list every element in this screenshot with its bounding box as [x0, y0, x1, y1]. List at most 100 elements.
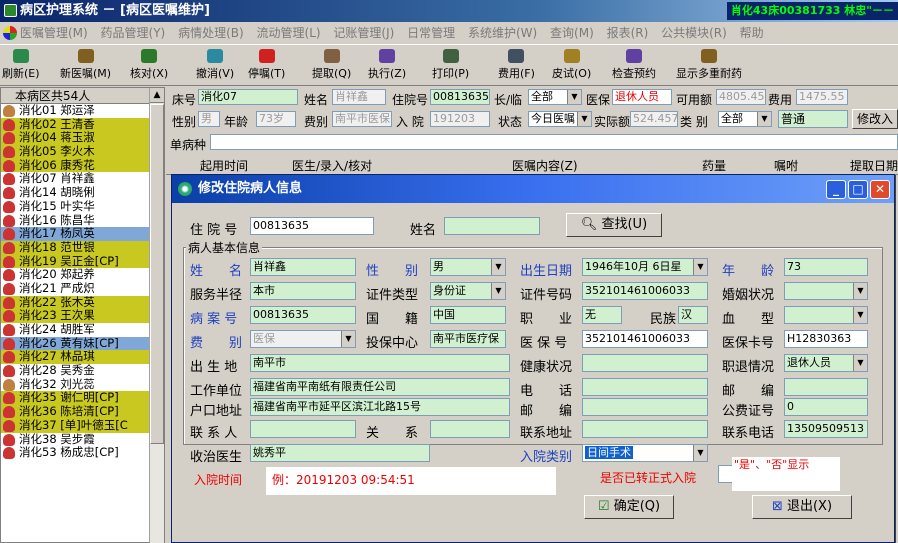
- toolbar-refresh-button[interactable]: 刷新(E): [2, 49, 40, 83]
- patient-list-item[interactable]: 消化36 陈培清[CP]: [1, 405, 150, 419]
- col-header[interactable]: 医生/录入/核对: [292, 157, 372, 175]
- menu-item[interactable]: 记账管理(J): [333, 26, 394, 40]
- age-field[interactable]: 73岁: [256, 111, 296, 127]
- scroll-up-icon[interactable]: ▲: [150, 88, 164, 103]
- chevron-down-icon[interactable]: ▼: [567, 90, 581, 104]
- dlg-idtype-field[interactable]: 身份证 ▼: [430, 282, 506, 300]
- chevron-down-icon[interactable]: ▼: [853, 307, 867, 323]
- feetype-field[interactable]: 南平市医保: [332, 111, 392, 127]
- insurance-field[interactable]: 退休人员: [612, 89, 672, 105]
- admit-field[interactable]: 191203: [430, 111, 490, 127]
- dlg-insno-field[interactable]: 352101461006033: [582, 330, 708, 348]
- menu-item[interactable]: 病情处理(B): [178, 26, 244, 40]
- dlg-contactaddr-field[interactable]: [582, 420, 708, 438]
- chevron-down-icon[interactable]: ▼: [853, 283, 867, 299]
- patient-list-item[interactable]: 消化02 王清香: [1, 117, 150, 132]
- toolbar-fee-button[interactable]: 费用(F): [498, 49, 535, 83]
- patient-list-item[interactable]: 消化22 张木英: [1, 295, 150, 310]
- chevron-down-icon[interactable]: ▼: [577, 112, 591, 126]
- chevron-down-icon[interactable]: ▼: [757, 112, 771, 126]
- exit-button[interactable]: ⊠ 退出(X): [752, 495, 852, 519]
- dlg-inpatient-input[interactable]: 00813635: [250, 217, 374, 235]
- search-button[interactable]: 🔍︎ 查找(U): [566, 213, 662, 237]
- sex-field[interactable]: 男: [198, 111, 220, 127]
- close-icon[interactable]: ✕: [870, 180, 890, 199]
- col-header[interactable]: 药量: [702, 157, 726, 175]
- dlg-job-field[interactable]: 无: [582, 306, 622, 324]
- dlg-sex-field[interactable]: 男 ▼: [430, 258, 506, 276]
- inpatient-field[interactable]: 00813635: [430, 89, 490, 105]
- menu-item[interactable]: 系统维护(W): [468, 26, 537, 40]
- patient-list-item[interactable]: 消化19 吴正金[CP]: [1, 254, 150, 269]
- dlg-zip1-field[interactable]: [784, 378, 868, 396]
- menu-item[interactable]: 报表(R): [607, 26, 649, 40]
- category-select[interactable]: 全部 ▼: [718, 111, 772, 127]
- status-select[interactable]: 今日医嘱 ▼: [528, 111, 592, 127]
- menu-item[interactable]: 流动管理(L): [257, 26, 321, 40]
- patient-list-item[interactable]: 消化32 刘光蕊: [1, 378, 150, 392]
- dlg-country-field[interactable]: 中国: [430, 306, 506, 324]
- longterm-select[interactable]: 全部 ▼: [528, 89, 582, 105]
- menu-item[interactable]: 日常管理: [407, 26, 455, 40]
- menu-item[interactable]: 帮助: [740, 26, 764, 40]
- category2-field[interactable]: 普通: [778, 110, 848, 128]
- chevron-down-icon[interactable]: ▼: [853, 355, 867, 371]
- minimize-icon[interactable]: _: [826, 180, 846, 199]
- dlg-birth-field[interactable]: 1946年10月 6日星 ▼: [582, 258, 708, 276]
- maximize-icon[interactable]: □: [848, 180, 868, 199]
- dlg-tel-field[interactable]: [582, 378, 708, 396]
- dlg-idno-field[interactable]: 352101461006033: [582, 282, 708, 300]
- chevron-down-icon[interactable]: ▼: [693, 259, 707, 275]
- patient-list-item[interactable]: 消化53 杨成忠[CP]: [1, 446, 150, 460]
- dlg-birthplace-field[interactable]: 南平市: [250, 354, 510, 372]
- chevron-down-icon[interactable]: ▼: [491, 259, 505, 275]
- dlg-contacttel-field[interactable]: 13509509513: [784, 420, 868, 438]
- dlg-name-search-input[interactable]: [444, 217, 540, 235]
- col-header[interactable]: 起用时间: [200, 157, 248, 175]
- ok-button[interactable]: ☑ 确定(Q): [584, 495, 674, 519]
- patient-list-item[interactable]: 消化27 林品琪: [1, 350, 150, 365]
- dlg-name-field[interactable]: 肖祥鑫: [250, 258, 356, 276]
- scroll-thumb[interactable]: [150, 104, 164, 444]
- patient-list-item[interactable]: 消化23 王次果: [1, 309, 150, 323]
- col-header[interactable]: 嘱咐: [774, 157, 798, 175]
- menu-item[interactable]: 公共模块(R): [661, 26, 727, 40]
- patient-list-item[interactable]: 消化06 康秀花: [1, 158, 150, 173]
- dlg-marital-field[interactable]: ▼: [784, 282, 868, 300]
- patient-list-item[interactable]: 消化15 叶实华: [1, 200, 150, 214]
- dlg-addr-field[interactable]: 福建省南平市延平区滨江北路15号: [250, 398, 510, 416]
- dlg-card-field[interactable]: H12830363: [784, 330, 868, 348]
- patient-list-item[interactable]: 消化24 胡胜军: [1, 323, 150, 337]
- toolbar-appointment-button[interactable]: 检查预约: [612, 49, 656, 83]
- dlg-contact-field[interactable]: [250, 420, 356, 438]
- dlg-blood-field[interactable]: ▼: [784, 306, 868, 324]
- dlg-age-field[interactable]: 73: [784, 258, 868, 276]
- patient-list-item[interactable]: 消化35 谢仁明[CP]: [1, 391, 150, 406]
- patient-list-item[interactable]: 消化17 杨凤英: [1, 227, 150, 241]
- toolbar-check-button[interactable]: 核对(X): [130, 49, 168, 83]
- dlg-relation-field[interactable]: [430, 420, 510, 438]
- menu-item[interactable]: 医嘱管理(M): [20, 26, 88, 40]
- toolbar-undo-button[interactable]: 撤消(V): [196, 49, 234, 83]
- actual-field[interactable]: 524.457: [630, 111, 678, 127]
- col-header[interactable]: 提取日期: [850, 157, 898, 175]
- chevron-down-icon[interactable]: ▼: [693, 445, 707, 461]
- patient-list-scrollbar[interactable]: ▲: [149, 88, 164, 543]
- patient-list-item[interactable]: 消化04 蒋玉淑: [1, 131, 150, 146]
- menu-item[interactable]: 药品管理(Y): [101, 26, 166, 40]
- patient-list-item[interactable]: 消化07 肖祥鑫: [1, 172, 150, 186]
- patient-list-item[interactable]: 消化20 郑起养: [1, 268, 150, 282]
- menu-item[interactable]: 查询(M): [550, 26, 594, 40]
- toolbar-drug-resistance-button[interactable]: 显示多重耐药: [676, 49, 742, 83]
- patient-list-item[interactable]: 消化14 胡晓俐: [1, 186, 150, 200]
- patient-list-item[interactable]: 消化37 [单]叶德玉[C: [1, 418, 150, 433]
- patient-list-item[interactable]: 消化21 严成炽: [1, 282, 150, 296]
- patient-list-item[interactable]: 消化26 黄有妹[CP]: [1, 336, 150, 351]
- fee-field[interactable]: 1475.55: [796, 89, 848, 105]
- bed-field[interactable]: 消化07: [198, 89, 298, 105]
- name-field[interactable]: 肖祥鑫: [332, 89, 386, 105]
- dlg-record-field[interactable]: 00813635: [250, 306, 356, 324]
- modify-admission-button[interactable]: 修改入: [852, 109, 898, 129]
- patient-list-item[interactable]: 消化28 吴秀金: [1, 364, 150, 378]
- patient-list-item[interactable]: 消化01 郑运泽: [1, 104, 150, 118]
